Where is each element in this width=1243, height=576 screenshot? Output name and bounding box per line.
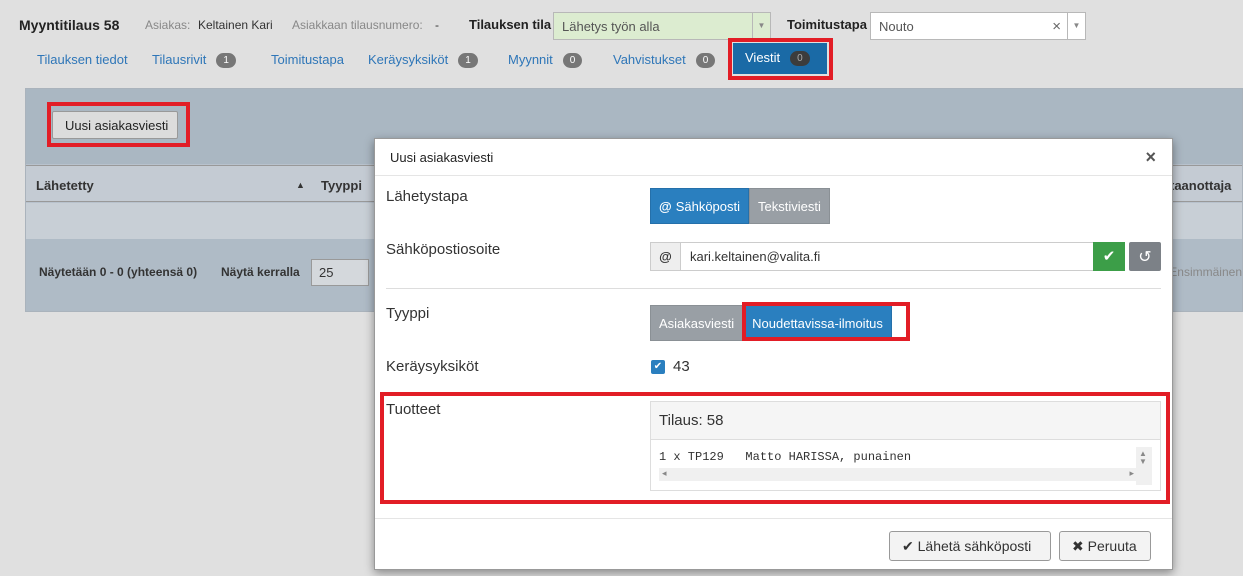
at-icon: @ — [659, 199, 672, 214]
column-recipient[interactable]: taanottaja — [1170, 178, 1231, 193]
email-input-group: @ — [650, 242, 1094, 271]
confirm-email-button[interactable]: ✔ — [1093, 242, 1125, 271]
sort-asc-icon[interactable]: ▲ — [296, 180, 305, 190]
order-number-value: - — [435, 18, 439, 32]
email-label: Sähköpostiosoite — [386, 241, 501, 258]
divider — [386, 288, 1161, 289]
send-method-group: @ Sähköposti Tekstiviesti — [650, 188, 830, 224]
at-icon: @ — [651, 243, 681, 270]
products-textarea[interactable]: 1 x TP129 Matto HARISSA, punainen ▲ ▼ ◂ … — [651, 441, 1160, 491]
vertical-scrollbar[interactable]: ▲ ▼ — [1136, 447, 1152, 485]
scroll-left-icon[interactable]: ◂ — [662, 468, 667, 479]
order-number-label: Asiakkaan tilausnumero: — [292, 18, 423, 32]
order-status-value: Lähetys työn alla — [562, 19, 660, 34]
count-badge: 0 — [695, 53, 716, 68]
showing-text: Näytetään 0 - 0 (yhteensä 0) — [39, 265, 198, 279]
customer-message-type-button[interactable]: Asiakasviesti — [650, 305, 744, 341]
page-title: Myyntitilaus 58 — [19, 17, 120, 33]
order-status-select[interactable]: Lähetys työn alla ▼ — [553, 12, 771, 40]
close-icon: ✖ — [1072, 538, 1088, 554]
check-icon: ✔ — [1102, 248, 1116, 265]
products-label: Tuotteet — [386, 401, 441, 418]
products-order-title: Tilaus: 58 — [651, 402, 1160, 440]
chevron-down-icon: ▼ — [752, 12, 770, 40]
delivery-label: Toimitustapa — [787, 17, 867, 32]
email-method-button[interactable]: @ Sähköposti — [650, 188, 750, 224]
count-badge: 0 — [790, 51, 810, 66]
cancel-button[interactable]: ✖ Peruuta — [1059, 531, 1151, 561]
type-group: Asiakasviesti Noudettavissa-ilmoitus — [650, 305, 892, 341]
scroll-right-icon[interactable]: ▸ — [1129, 468, 1134, 479]
page-size-select[interactable]: 25 — [311, 259, 369, 286]
scroll-down-icon[interactable]: ▼ — [1139, 457, 1147, 466]
dialog-footer: ✔ Lähetä sähköposti ✖ Peruuta — [375, 518, 1172, 570]
sms-method-button[interactable]: Tekstiviesti — [749, 188, 830, 224]
customer-label: Asiakas: — [145, 18, 191, 32]
order-status-label: Tilauksen tila — [469, 17, 552, 32]
close-icon[interactable]: × — [1145, 147, 1156, 168]
tab-order-info[interactable]: Tilauksen tiedot — [37, 52, 128, 67]
new-message-button[interactable]: Uusi asiakasviesti — [52, 111, 178, 139]
page-size-value: 25 — [319, 265, 334, 280]
products-panel: Tilaus: 58 1 x TP129 Matto HARISSA, puna… — [650, 401, 1161, 491]
new-message-dialog: Uusi asiakasviesti × Lähetystapa @ Sähköp… — [374, 138, 1173, 570]
clear-icon[interactable]: × — [1052, 18, 1061, 35]
collection-unit-checkbox[interactable]: ✔ — [651, 360, 665, 374]
dialog-title: Uusi asiakasviesti — [390, 150, 494, 165]
send-method-label: Lähetystapa — [386, 188, 468, 205]
tab-order-rows[interactable]: Tilausrivit 1 — [152, 52, 236, 68]
order-header: Myyntitilaus 58 Asiakas: Keltainen Kari … — [0, 0, 1243, 88]
product-line: 1 x TP129 Matto HARISSA, punainen — [659, 450, 912, 464]
tab-confirmations[interactable]: Vahvistukset 0 — [613, 52, 716, 68]
count-badge: 0 — [562, 53, 583, 68]
collection-unit-value: 43 — [673, 358, 690, 375]
column-sent[interactable]: Lähetetty — [36, 178, 94, 193]
first-page-link[interactable]: Ensimmäinen — [1169, 265, 1242, 279]
horizontal-scrollbar[interactable]: ◂ ▸ — [659, 468, 1137, 481]
reset-email-button[interactable]: ↺ — [1129, 242, 1161, 271]
page-size-label: Näytä kerralla — [221, 265, 300, 279]
send-email-button[interactable]: ✔ Lähetä sähköposti — [889, 531, 1051, 561]
delivery-select[interactable]: Nouto × ▼ — [870, 12, 1086, 40]
tab-messages[interactable]: Viestit 0 — [733, 43, 827, 74]
dialog-header: Uusi asiakasviesti × — [375, 139, 1172, 176]
tab-collection-units[interactable]: Keräysyksiköt 1 — [368, 52, 478, 68]
customer-value: Keltainen Kari — [198, 18, 273, 32]
undo-icon: ↺ — [1138, 249, 1152, 266]
type-label: Tyyppi — [386, 305, 430, 322]
count-badge: 1 — [216, 53, 236, 68]
column-type[interactable]: Tyyppi — [321, 178, 362, 193]
delivery-value: Nouto — [879, 19, 914, 34]
check-icon: ✔ — [902, 538, 918, 554]
tab-sales[interactable]: Myynnit 0 — [508, 52, 583, 68]
pickup-notice-type-button[interactable]: Noudettavissa-ilmoitus — [743, 305, 892, 341]
email-field[interactable] — [682, 243, 1092, 270]
chevron-down-icon: ▼ — [1067, 12, 1085, 40]
tab-delivery[interactable]: Toimitustapa — [271, 52, 344, 67]
collection-units-label: Keräysyksiköt — [386, 358, 479, 375]
count-badge: 1 — [458, 53, 478, 68]
